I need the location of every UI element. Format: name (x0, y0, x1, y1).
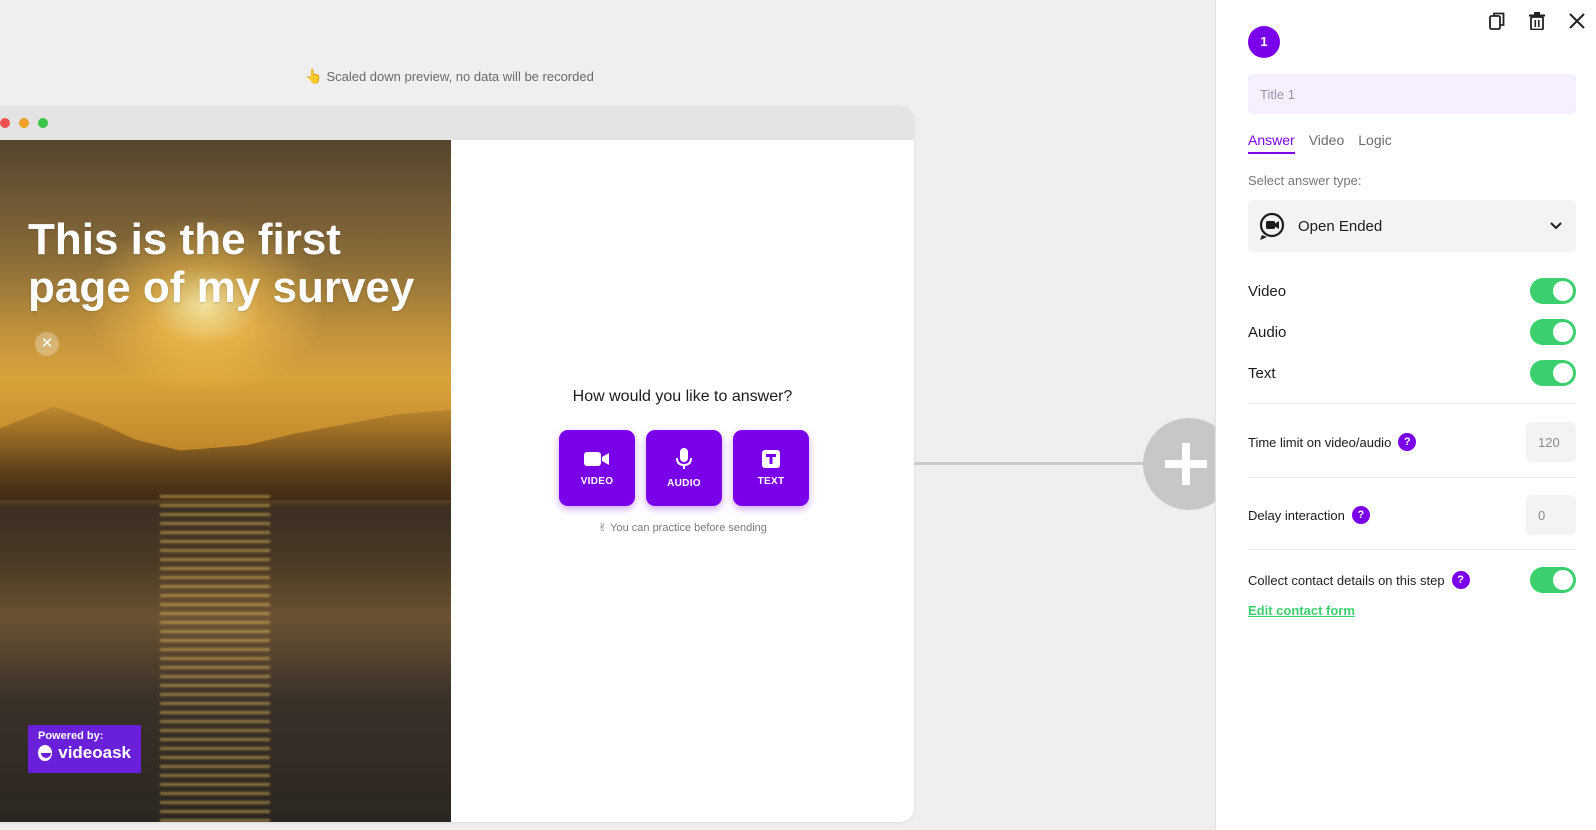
video-toggle-label: Video (1248, 282, 1287, 300)
panel-tabs: Answer Video Logic (1248, 132, 1392, 154)
time-limit-label: Time limit on video/audio ? (1248, 433, 1417, 451)
edit-contact-form-link[interactable]: Edit contact form (1248, 603, 1355, 618)
divider (1248, 549, 1576, 550)
text-toggle-label: Text (1248, 364, 1276, 382)
time-limit-row: Time limit on video/audio ? (1248, 422, 1576, 462)
answer-area: How would you like to answer? VIDEO AUDI… (451, 140, 914, 822)
preview-notice: 👆 Scaled down preview, no data will be r… (305, 68, 594, 85)
preview-viewport: This is the first page of my survey ✕ Po… (0, 140, 914, 822)
duplicate-icon[interactable] (1486, 10, 1508, 32)
microphone-icon (676, 447, 692, 469)
answer-type-select[interactable]: Open Ended (1248, 200, 1576, 252)
delay-label: Delay interaction ? (1248, 506, 1370, 524)
window-close-dot-icon (0, 118, 10, 128)
trash-icon[interactable] (1526, 10, 1548, 32)
audio-answer-button[interactable]: AUDIO (646, 430, 722, 506)
text-toggle-row: Text (1248, 360, 1576, 386)
delay-text: Delay interaction (1248, 507, 1345, 523)
text-toggle[interactable] (1530, 360, 1576, 386)
browser-titlebar (0, 106, 914, 140)
video-answer-button[interactable]: VIDEO (559, 430, 635, 506)
chevron-down-icon (1550, 222, 1562, 230)
hand-icon: ✌ (598, 522, 608, 534)
delay-input[interactable] (1526, 495, 1576, 535)
window-minimize-dot-icon (19, 118, 29, 128)
open-ended-icon (1259, 212, 1285, 240)
mountain-silhouette (0, 406, 451, 500)
preview-notice-text: Scaled down preview, no data will be rec… (326, 69, 594, 84)
video-camera-icon (584, 451, 609, 466)
contact-toggle[interactable] (1530, 567, 1576, 593)
delay-row: Delay interaction ? (1248, 495, 1576, 535)
answer-question: How would you like to answer? (572, 388, 793, 405)
answer-type-value: Open Ended (1298, 217, 1383, 235)
close-icon[interactable]: ✕ (35, 332, 59, 356)
step-title-input[interactable] (1248, 74, 1576, 114)
step-number-badge: 1 (1248, 26, 1280, 58)
powered-by-label: Powered by: (38, 730, 104, 742)
tab-video[interactable]: Video (1309, 132, 1345, 154)
audio-toggle-label: Audio (1248, 323, 1287, 341)
media-title: This is the first page of my survey (28, 215, 415, 312)
time-limit-text: Time limit on video/audio (1248, 434, 1392, 450)
help-icon[interactable]: ? (1351, 506, 1370, 524)
tab-logic[interactable]: Logic (1358, 132, 1391, 154)
pointing-hand-icon: 👆 (305, 68, 323, 84)
help-icon[interactable]: ? (1451, 571, 1470, 589)
audio-toggle[interactable] (1530, 319, 1576, 345)
answer-type-label: Select answer type: (1248, 173, 1362, 188)
video-answer-label: VIDEO (580, 475, 614, 487)
audio-toggle-row: Audio (1248, 319, 1576, 345)
time-limit-input[interactable] (1526, 422, 1576, 462)
video-background: This is the first page of my survey ✕ Po… (0, 140, 451, 822)
brand-logo: videoask (38, 743, 131, 763)
answer-buttons: VIDEO AUDIO TEXT (559, 430, 809, 506)
tab-answer[interactable]: Answer (1248, 132, 1295, 154)
close-panel-icon[interactable] (1566, 10, 1588, 32)
canvas: 👆 Scaled down preview, no data will be r… (0, 0, 1235, 830)
contact-toggle-row: Collect contact details on this step ? (1248, 567, 1576, 593)
text-answer-label: TEXT (757, 475, 785, 487)
practice-note-text: You can practice before sending (610, 522, 767, 534)
divider (1248, 403, 1576, 404)
video-toggle-row: Video (1248, 278, 1576, 304)
video-toggle[interactable] (1530, 278, 1576, 304)
contact-text: Collect contact details on this step (1248, 572, 1445, 588)
contact-label: Collect contact details on this step ? (1248, 571, 1470, 589)
step-settings-panel: 1 Answer Video Logic Select answer type:… (1215, 0, 1596, 830)
practice-note: ✌ You can practice before sending (451, 521, 914, 534)
text-answer-button[interactable]: TEXT (733, 430, 809, 506)
window-maximize-dot-icon (38, 118, 48, 128)
help-icon[interactable]: ? (1398, 433, 1417, 451)
divider (1248, 477, 1576, 478)
panel-actions (1486, 10, 1588, 32)
videoask-smile-icon (38, 745, 53, 761)
flow-connector-line (914, 462, 1144, 465)
preview-browser-window: This is the first page of my survey ✕ Po… (0, 106, 914, 822)
audio-answer-label: AUDIO (667, 477, 701, 489)
powered-by-badge[interactable]: Powered by: videoask (28, 725, 141, 773)
brand-name: videoask (58, 743, 131, 762)
text-icon (762, 449, 780, 468)
